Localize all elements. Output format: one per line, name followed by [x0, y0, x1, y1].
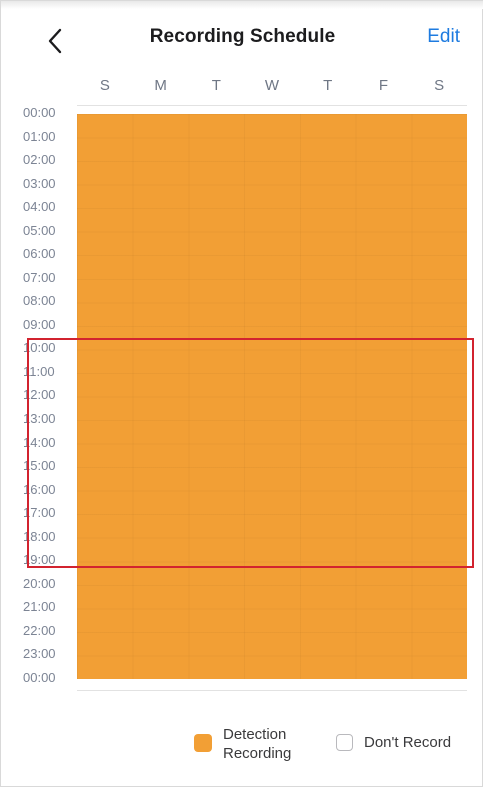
- hour-label: 19:00: [23, 552, 56, 568]
- hour-label: 11:00: [23, 363, 55, 379]
- hour-axis: 00:00 01:00 02:00 03:00 04:00 05:00 06:00 07:00…: [23, 105, 75, 689]
- edit-button[interactable]: Edit: [427, 26, 460, 48]
- hour-label: 15:00: [23, 458, 56, 474]
- hour-label: 12:00: [23, 387, 56, 403]
- day-label: T: [323, 77, 333, 94]
- hour-label: 07:00: [23, 269, 56, 285]
- legend-swatch-dont-record: [336, 734, 353, 751]
- day-label: T: [211, 77, 221, 94]
- day-label: W: [264, 77, 280, 94]
- hour-label: 23:00: [23, 646, 56, 662]
- nav-bar: Recording Schedule Edit: [1, 15, 483, 67]
- hour-label: 17:00: [23, 505, 56, 521]
- day-label: M: [154, 77, 167, 94]
- hour-label: 14:00: [23, 434, 56, 450]
- hour-label: 10:00: [23, 340, 56, 356]
- hour-label: 22:00: [23, 622, 56, 638]
- hour-label: 13:00: [23, 411, 56, 427]
- hour-label: 16:00: [23, 481, 56, 497]
- hour-label: 09:00: [23, 316, 56, 332]
- legend-swatch-detection: [194, 734, 212, 752]
- day-label: S: [434, 77, 445, 94]
- grid-top-divider: [77, 105, 467, 106]
- hour-label: 03:00: [23, 175, 56, 191]
- day-label: S: [99, 77, 110, 94]
- hour-label: 04:00: [23, 199, 56, 215]
- app-screen: Recording Schedule Edit S M T W T F S 00:00 01:…: [0, 0, 483, 787]
- legend-label-detection: Detection Recording: [223, 726, 292, 762]
- legend: Detection Recording Don't Record: [1, 724, 483, 772]
- hour-label: 20:00: [23, 575, 56, 591]
- page-title: Recording Schedule: [149, 26, 336, 47]
- status-bar: [1, 1, 483, 9]
- legend-label-dont-record: Don't Record: [364, 734, 452, 751]
- hour-label: 01:00: [23, 128, 56, 144]
- hour-label: 00:00: [23, 669, 56, 685]
- chevron-left-icon: [48, 28, 62, 54]
- hour-label: 08:00: [23, 293, 56, 309]
- day-label: F: [378, 77, 389, 94]
- back-button[interactable]: [37, 23, 73, 59]
- hour-label: 06:00: [23, 246, 56, 262]
- schedule-grid[interactable]: [77, 114, 467, 679]
- grid-bottom-divider: [77, 690, 467, 691]
- hour-label: 05:00: [23, 222, 56, 238]
- hour-label: 02:00: [23, 152, 56, 168]
- hour-label: 21:00: [23, 599, 56, 615]
- hour-label: 18:00: [23, 528, 56, 544]
- day-header: SMTWTFS: [77, 77, 467, 99]
- hour-label: 00:00: [23, 105, 56, 120]
